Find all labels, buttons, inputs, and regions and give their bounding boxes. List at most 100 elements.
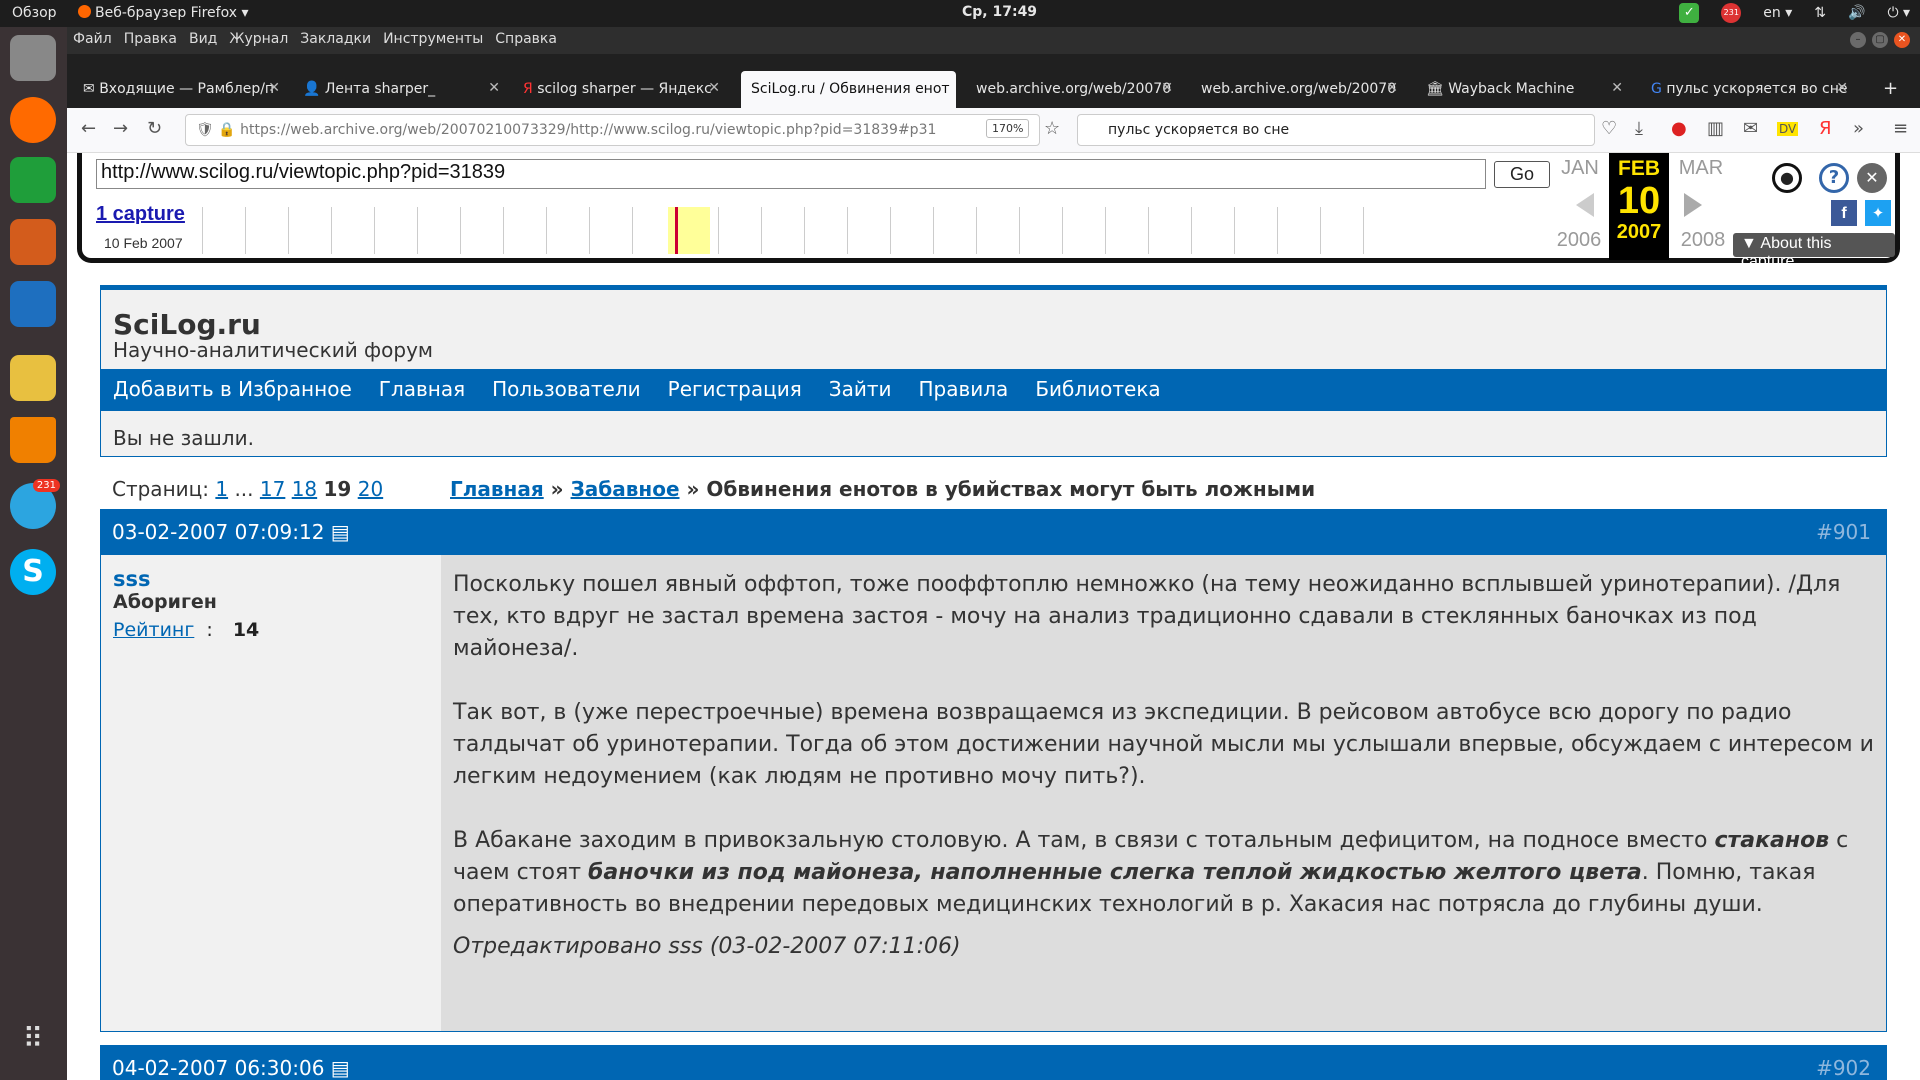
image-viewer-icon[interactable] (10, 355, 56, 401)
tab-yandex[interactable]: Я scilog sharper — Яндекс ✕ (513, 73, 728, 105)
tab-google[interactable]: G пульс ускоряется во сне ✕ (1641, 73, 1856, 105)
wayback-url-input[interactable]: http://www.scilog.ru/viewtopic.php?pid=3… (96, 159, 1486, 189)
language-indicator[interactable]: en ▾ (1763, 5, 1792, 21)
impress-icon[interactable] (10, 219, 56, 265)
close-tab-icon[interactable]: ✕ (1611, 80, 1623, 96)
close-tab-icon[interactable]: ✕ (1161, 80, 1173, 96)
nav-login[interactable]: Зайти (829, 377, 892, 403)
nav-library[interactable]: Библиотека (1035, 377, 1160, 403)
next-arrow-icon[interactable] (1684, 193, 1702, 217)
post-emphasis: баночки из под майонеза, наполненные сле… (588, 860, 1642, 885)
reload-icon[interactable]: ↻ (147, 118, 162, 139)
nav-home[interactable]: Главная (379, 377, 465, 403)
address-bar[interactable]: 🛡 🔒 https://web.archive.org/web/20070210… (185, 114, 1040, 146)
close-tab-icon[interactable]: ✕ (708, 80, 720, 96)
dv-extension-icon[interactable]: DV (1777, 122, 1799, 136)
pocket-icon[interactable]: ♡ (1601, 118, 1617, 139)
menu-view[interactable]: Вид (189, 31, 217, 47)
help-icon[interactable]: ? (1819, 163, 1849, 193)
rating-link[interactable]: Рейтинг (113, 619, 194, 641)
tab-archive-2[interactable]: web.archive.org/web/20070 ✕ (1191, 73, 1406, 105)
breadcrumb-home[interactable]: Главная (450, 477, 544, 501)
tab-scilog[interactable]: SciLog.ru / Обвинения енот (741, 71, 956, 108)
downloads-icon[interactable]: ⤓ (1635, 118, 1643, 139)
page-link-17[interactable]: 17 (260, 477, 285, 501)
prev-year[interactable]: 2006 (1552, 229, 1606, 252)
zoom-level[interactable]: 170% (986, 119, 1030, 138)
menu-bookmarks[interactable]: Закладки (300, 31, 371, 47)
nav-rules[interactable]: Правила (919, 377, 1009, 403)
minimize-button[interactable]: – (1850, 32, 1866, 48)
page-link-18[interactable]: 18 (292, 477, 317, 501)
network-icon[interactable]: ⇅ (1814, 5, 1826, 21)
close-tab-icon[interactable]: ✕ (1836, 80, 1848, 96)
tab-wayback[interactable]: 🏛 Wayback Machine ✕ (1416, 73, 1631, 105)
update-icon[interactable]: 231 (1721, 3, 1742, 23)
capture-marker[interactable] (675, 207, 678, 254)
skype-icon[interactable]: S (10, 549, 56, 595)
forum-title: SciLog.ru (113, 308, 261, 341)
extension-icon[interactable]: ✉ (1743, 118, 1758, 139)
overflow-icon[interactable]: » (1853, 118, 1864, 139)
quote-icon[interactable]: ▤ (331, 520, 350, 544)
app-menu[interactable]: Веб-браузер Firefox ▾ (78, 5, 249, 21)
clock[interactable]: Ср, 17:49 (962, 4, 1037, 20)
breadcrumb-section[interactable]: Забавное (571, 477, 680, 501)
captures-link[interactable]: 1 capture (96, 203, 185, 226)
menu-edit[interactable]: Правка (124, 31, 177, 47)
close-window-button[interactable]: ✕ (1894, 32, 1910, 48)
nav-register[interactable]: Регистрация (668, 377, 802, 403)
back-icon[interactable]: ← (81, 118, 96, 139)
facebook-icon[interactable]: f (1831, 200, 1857, 226)
twitter-icon[interactable]: ✦ (1865, 200, 1891, 226)
telegram-icon[interactable]: 231 (10, 479, 60, 529)
menu-help[interactable]: Справка (495, 31, 557, 47)
next-month[interactable]: MAR (1676, 157, 1726, 180)
close-tab-icon[interactable]: ✕ (268, 80, 280, 96)
forward-icon[interactable]: → (113, 118, 128, 139)
tab-sharper[interactable]: 👤 Лента sharper_ ✕ (293, 73, 508, 105)
close-tab-icon[interactable]: ✕ (1386, 80, 1398, 96)
check-icon[interactable]: ✓ (1679, 3, 1700, 23)
quote-icon[interactable]: ▤ (331, 1056, 350, 1080)
yandex-extension-icon[interactable]: Я (1819, 118, 1832, 139)
tab-archive-1[interactable]: web.archive.org/web/20070 ✕ (966, 73, 1181, 105)
close-wayback-icon[interactable]: ✕ (1857, 163, 1887, 193)
search-input[interactable]: пульс ускоряется во сне (1077, 114, 1595, 146)
account-icon[interactable]: ● (1772, 163, 1802, 193)
nav-favorites[interactable]: Добавить в Избранное (113, 377, 352, 403)
prev-month[interactable]: JAN (1560, 157, 1600, 180)
about-capture-button[interactable]: ▼ About this capture (1733, 233, 1895, 270)
hamburger-menu-icon[interactable]: ≡ (1893, 118, 1908, 139)
files-icon[interactable] (10, 35, 56, 81)
capture-sparkline[interactable] (202, 207, 1392, 254)
firefox-dock-icon[interactable] (10, 97, 56, 143)
tab-rambler[interactable]: ✉ Входящие — Рамблер/п ✕ (73, 73, 288, 105)
star-icon[interactable]: ☆ (1044, 118, 1060, 139)
extension-red-icon[interactable]: ● (1671, 118, 1687, 139)
nav-users[interactable]: Пользователи (492, 377, 641, 403)
next-year[interactable]: 2008 (1676, 229, 1730, 252)
writer-icon[interactable] (10, 281, 56, 327)
post-number[interactable]: #901 (1816, 520, 1871, 544)
apps-grid-icon[interactable]: ⠿ (10, 1022, 56, 1068)
sidebar-icon[interactable]: ▥ (1707, 118, 1724, 139)
prev-arrow-icon[interactable] (1576, 193, 1594, 217)
menu-tools[interactable]: Инструменты (383, 31, 483, 47)
maximize-button[interactable]: ▢ (1872, 32, 1888, 48)
shield-icon: 🛡 (196, 122, 214, 138)
close-tab-icon[interactable]: ✕ (488, 80, 500, 96)
go-button[interactable]: Go (1494, 161, 1550, 188)
activities-button[interactable]: Обзор (12, 5, 57, 21)
post-number[interactable]: #902 (1816, 1056, 1871, 1080)
new-tab-button[interactable]: + (1873, 73, 1907, 105)
post-author[interactable]: sss (113, 567, 429, 591)
volume-icon[interactable]: 🔊 (1848, 5, 1865, 21)
page-link-1[interactable]: 1 (215, 477, 228, 501)
menu-history[interactable]: Журнал (229, 31, 288, 47)
menu-file[interactable]: Файл (73, 31, 112, 47)
page-link-20[interactable]: 20 (358, 477, 383, 501)
power-icon[interactable]: ⏻ ▾ (1887, 5, 1910, 21)
calc-icon[interactable] (10, 157, 56, 203)
vlc-icon[interactable] (10, 417, 56, 463)
